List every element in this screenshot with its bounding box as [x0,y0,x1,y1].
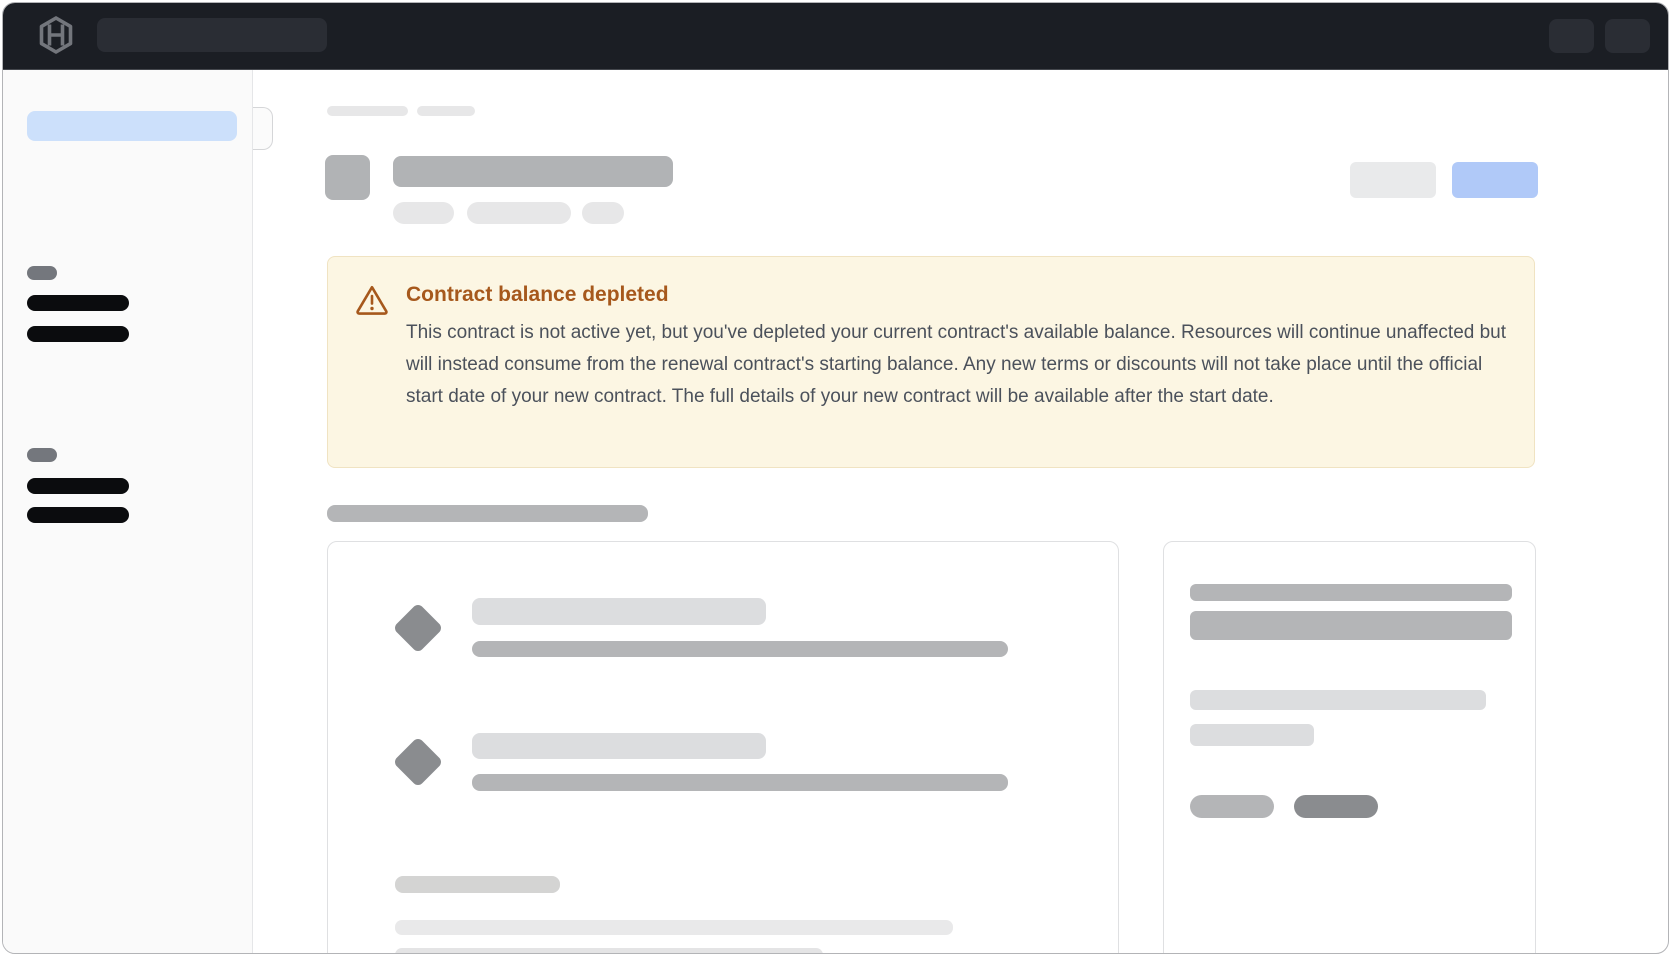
row-subtitle-skeleton [472,774,1008,791]
contract-details-card [327,541,1119,954]
card-button-skeleton-1[interactable] [1190,795,1274,818]
hashicorp-logo[interactable] [36,15,76,55]
row-title-skeleton [472,733,766,759]
diamond-icon [393,737,444,788]
primary-button-skeleton[interactable] [1452,162,1538,198]
sidebar-item-skeleton-2[interactable] [27,326,129,342]
footer-label-skeleton [395,876,560,893]
summary-line-skeleton [1190,690,1486,710]
status-badge-skeleton-2 [467,202,571,224]
alert-title: Contract balance depleted [406,281,669,309]
footer-line-skeleton [395,920,953,935]
diamond-icon [393,603,444,654]
sidebar-section-label-skeleton-1 [27,266,57,280]
page-title-skeleton [393,156,673,187]
row-title-skeleton [472,598,766,625]
footer-line-skeleton [395,948,823,954]
status-badge-skeleton-1 [393,202,454,224]
row-subtitle-skeleton [472,641,1008,657]
breadcrumb-skeleton-1 [327,106,408,116]
summary-value-skeleton [1190,611,1512,640]
secondary-button-skeleton[interactable] [1350,162,1436,198]
sidebar-item-skeleton-1[interactable] [27,295,129,311]
sidebar-item-skeleton-3[interactable] [27,478,129,494]
sidebar-item-skeleton-4[interactable] [27,507,129,523]
status-badge-skeleton-3 [582,202,624,224]
navbar-action-button-1[interactable] [1549,19,1594,53]
page-icon-skeleton [325,155,370,200]
top-navbar [3,3,1668,70]
navbar-action-button-2[interactable] [1605,19,1650,53]
screenshot-canvas: Contract balance depleted This contract … [0,0,1672,958]
section-heading-skeleton [327,505,648,522]
sidebar [3,70,253,954]
search-input-skeleton[interactable] [97,18,327,52]
app-window: Contract balance depleted This contract … [2,2,1669,954]
summary-card [1163,541,1536,954]
summary-line-skeleton [1190,724,1314,746]
breadcrumb-skeleton-2 [417,106,475,116]
sidebar-section-label-skeleton-2 [27,448,57,462]
sidebar-selected-item-skeleton[interactable] [27,111,237,141]
warning-triangle-icon [355,284,389,315]
contract-warning-alert: Contract balance depleted This contract … [327,256,1535,468]
card-button-skeleton-2[interactable] [1294,795,1378,818]
alert-body-text: This contract is not active yet, but you… [406,317,1506,413]
summary-title-skeleton [1190,584,1512,601]
sidebar-collapse-handle[interactable] [253,107,273,150]
